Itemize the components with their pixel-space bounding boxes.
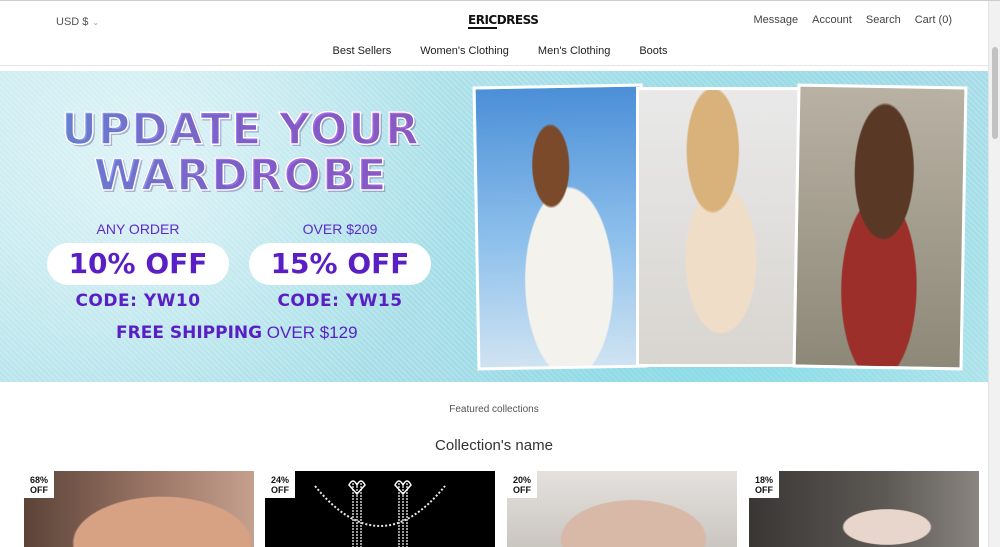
currency-selector[interactable]: USD $ ⌄ <box>56 16 99 28</box>
collection-title: Collection's name <box>435 437 553 454</box>
offer-code: CODE: YW15 <box>277 291 403 311</box>
search-link[interactable]: Search <box>866 14 901 26</box>
collection-card[interactable]: 68% OFF <box>24 471 254 547</box>
necklace-image <box>314 480 446 547</box>
collection-card[interactable]: 18% OFF <box>749 471 979 547</box>
discount-badge: 20% OFF <box>507 471 537 498</box>
featured-collections-label: Featured collections <box>449 404 539 415</box>
message-link[interactable]: Message <box>753 14 798 26</box>
offer-discount: 15% OFF <box>249 243 431 285</box>
nav-item-best-sellers[interactable]: Best Sellers <box>333 45 392 57</box>
chevron-down-icon: ⌄ <box>92 17 100 27</box>
model-photo-floral-shirt <box>792 83 968 371</box>
model-photo-white-suit <box>472 83 648 371</box>
offer-discount: 10% OFF <box>47 243 229 285</box>
discount-badge: 24% OFF <box>265 471 295 498</box>
scrollbar-thumb[interactable] <box>992 47 998 139</box>
model-photo-blonde <box>636 87 806 367</box>
utility-links: Message Account Search Cart (0) <box>753 14 952 26</box>
hero-banner[interactable]: UPDATE YOUR WARDROBE ANY ORDER 10% OFF C… <box>0 71 988 382</box>
offer-code: CODE: YW10 <box>75 291 201 311</box>
collection-card[interactable]: 24% OFF <box>265 471 495 547</box>
site-header: USD $ ⌄ ERICDRESS Message Account Search… <box>0 0 1000 66</box>
discount-badge: 68% OFF <box>24 471 54 498</box>
page-scrollbar[interactable] <box>988 1 1000 547</box>
account-link[interactable]: Account <box>812 14 852 26</box>
collection-card[interactable]: 20% OFF <box>507 471 737 547</box>
main-nav: Best Sellers Women's Clothing Men's Clot… <box>0 45 1000 57</box>
discount-badge: 18% OFF <box>749 471 779 498</box>
offer-condition: OVER $209 <box>302 221 378 237</box>
offer-any-order: ANY ORDER 10% OFF CODE: YW10 <box>47 221 229 311</box>
nav-item-boots[interactable]: Boots <box>639 45 667 57</box>
free-shipping-note: FREE SHIPPING OVER $129 <box>116 323 358 343</box>
banner-headline: UPDATE YOUR WARDROBE <box>48 106 433 200</box>
offer-condition: ANY ORDER <box>96 221 180 237</box>
offer-over-209: OVER $209 15% OFF CODE: YW15 <box>249 221 431 311</box>
currency-label: USD $ <box>56 16 89 28</box>
nav-item-mens-clothing[interactable]: Men's Clothing <box>538 45 610 57</box>
cart-link[interactable]: Cart (0) <box>915 14 952 26</box>
nav-item-womens-clothing[interactable]: Women's Clothing <box>420 45 509 57</box>
site-logo[interactable]: ERICDRESS <box>468 13 539 29</box>
